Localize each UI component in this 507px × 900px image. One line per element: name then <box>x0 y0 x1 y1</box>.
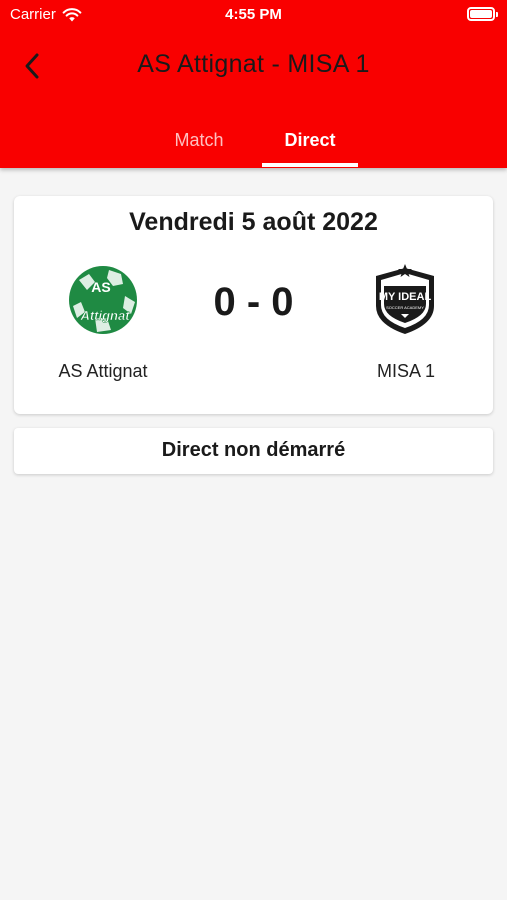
tab-match[interactable]: Match <box>158 118 240 168</box>
away-logo-text: MY IDEAL <box>379 291 432 303</box>
home-logo-text-top: AS <box>91 279 110 295</box>
status-time: 4:55 PM <box>225 6 282 23</box>
away-team-logo: MY IDEAL SOCCER ACADEMY <box>376 264 434 334</box>
live-status-card: Direct non démarré <box>14 428 493 474</box>
live-status-text: Direct non démarré <box>161 439 346 461</box>
nav-bar: AS Attignat - MISA 1 <box>0 38 507 94</box>
home-team-logo: AS Attignat <box>69 266 137 334</box>
back-button[interactable] <box>14 46 50 86</box>
tab-bar: Match Direct <box>0 118 507 168</box>
page-title: AS Attignat - MISA 1 <box>137 50 370 78</box>
tab-direct[interactable]: Direct <box>262 118 358 168</box>
away-team-name: MISA 1 <box>376 361 436 381</box>
match-score: 0 - 0 <box>213 280 294 324</box>
away-logo-subtext: SOCCER ACADEMY <box>386 305 424 310</box>
home-logo-text-bottom: Attignat <box>79 308 130 323</box>
chevron-left-icon <box>25 53 39 79</box>
match-card: Vendredi 5 août 2022 AS Attignat 0 - 0 M… <box>14 196 493 414</box>
match-date: Vendredi 5 août 2022 <box>129 208 378 236</box>
active-tab-indicator <box>262 163 358 167</box>
status-bar: Carrier 4:55 PM <box>0 0 507 30</box>
home-team-name: AS Attignat <box>58 361 148 381</box>
app-header: Carrier 4:55 PM AS Attignat - MISA 1 Mat… <box>0 0 507 168</box>
battery-icon <box>467 7 498 21</box>
